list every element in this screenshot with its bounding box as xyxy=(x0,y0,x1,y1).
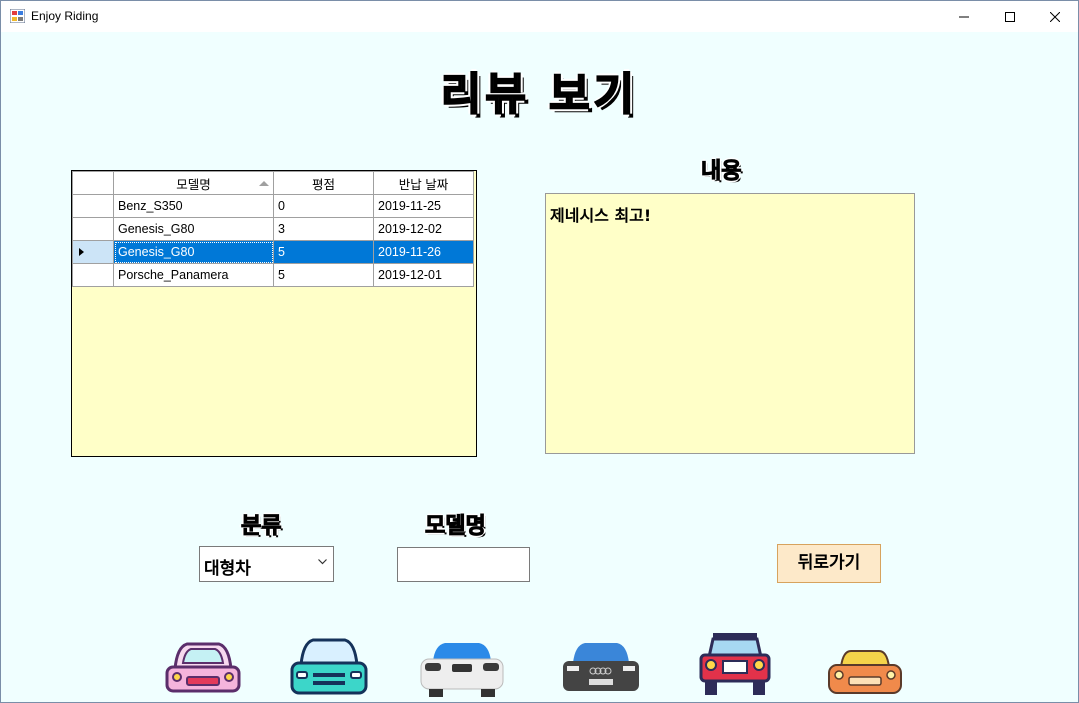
minimize-button[interactable] xyxy=(941,1,987,32)
row-header[interactable] xyxy=(72,263,114,287)
cell-rating[interactable]: 5 xyxy=(273,263,374,287)
table-row-selected[interactable]: Genesis_G80 5 2019-11-26 xyxy=(72,240,474,264)
content-label: 내용 xyxy=(700,159,742,185)
car-audi-icon xyxy=(563,643,639,691)
cell-date[interactable]: 2019-11-25 xyxy=(373,194,474,218)
cell-rating[interactable]: 5 xyxy=(273,240,374,264)
cell-model[interactable]: Genesis_G80 xyxy=(113,217,274,241)
reviews-table: 모델명 평점 반납 날짜 Benz_S350 0 2019-11-25 Gene… xyxy=(72,171,474,287)
reviews-grid[interactable]: 모델명 평점 반납 날짜 Benz_S350 0 2019-11-25 Gene… xyxy=(71,170,477,457)
cell-rating[interactable]: 3 xyxy=(273,217,374,241)
column-header-label: 평점 xyxy=(311,177,335,192)
back-button[interactable]: 뒤로가기 xyxy=(777,544,881,583)
column-header-rating[interactable]: 평점 xyxy=(273,171,374,195)
cell-rating[interactable]: 0 xyxy=(273,194,374,218)
sort-ascending-icon xyxy=(259,181,269,186)
window-title: Enjoy Riding xyxy=(31,9,99,23)
category-selected-value: 대형차 xyxy=(204,559,251,579)
column-header-label: 반납 날짜 xyxy=(398,177,449,192)
maximize-button[interactable] xyxy=(987,1,1033,32)
car-teal-icon xyxy=(290,638,368,695)
table-row[interactable]: Porsche_Panamera 5 2019-12-01 xyxy=(72,263,474,287)
cell-date[interactable]: 2019-12-02 xyxy=(373,217,474,241)
chevron-down-icon xyxy=(318,559,327,565)
current-row-pointer-icon xyxy=(79,248,84,256)
row-header-corner[interactable] xyxy=(72,171,114,195)
category-dropdown[interactable]: 대형차 xyxy=(199,546,334,582)
row-header[interactable] xyxy=(72,217,114,241)
app-window: Enjoy Riding 리뷰 보기 모델명 평점 반납 날짜 Benz_S35… xyxy=(0,0,1079,703)
close-icon xyxy=(1050,11,1060,22)
minimize-icon xyxy=(959,16,969,17)
car-purple-icon xyxy=(165,642,241,693)
content-textbox[interactable]: 제네시스 최고! xyxy=(545,193,915,454)
table-header-row: 모델명 평점 반납 날짜 xyxy=(72,171,474,195)
car-orange-icon xyxy=(828,650,902,694)
column-header-date[interactable]: 반납 날짜 xyxy=(373,171,474,195)
cell-date[interactable]: 2019-11-26 xyxy=(373,240,474,264)
model-name-input[interactable] xyxy=(397,547,530,582)
page-title: 리뷰 보기 xyxy=(440,68,639,121)
row-header[interactable] xyxy=(72,240,114,264)
maximize-icon xyxy=(1005,11,1015,22)
column-header-model[interactable]: 모델명 xyxy=(113,171,274,195)
table-row[interactable]: Benz_S350 0 2019-11-25 xyxy=(72,194,474,218)
column-header-label: 모델명 xyxy=(176,177,211,192)
cell-model[interactable]: Porsche_Panamera xyxy=(113,263,274,287)
row-header[interactable] xyxy=(72,194,114,218)
close-button[interactable] xyxy=(1032,1,1078,32)
car-red-jeep-icon xyxy=(699,633,771,695)
model-name-label: 모델명 xyxy=(425,514,487,540)
title-bar[interactable]: Enjoy Riding xyxy=(1,1,1078,32)
cell-date[interactable]: 2019-12-01 xyxy=(373,263,474,287)
car-blue-white-icon xyxy=(420,643,504,697)
cell-model[interactable]: Genesis_G80 xyxy=(113,240,274,264)
cell-model[interactable]: Benz_S350 xyxy=(113,194,274,218)
app-icon xyxy=(10,9,25,23)
table-row[interactable]: Genesis_G80 3 2019-12-02 xyxy=(72,217,474,241)
category-label: 분류 xyxy=(240,514,282,540)
